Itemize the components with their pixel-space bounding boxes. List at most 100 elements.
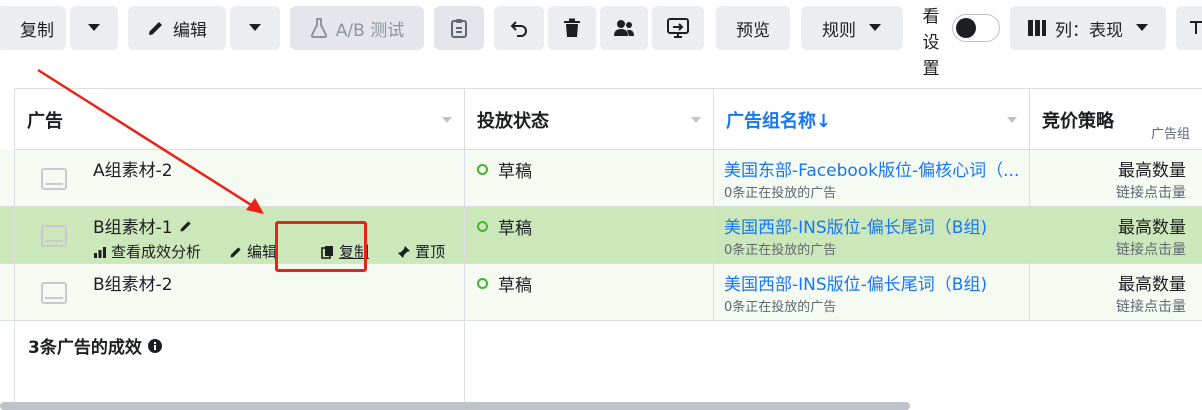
status-badge: 草稿: [477, 214, 532, 239]
header-adset[interactable]: 广告组名称↓: [714, 88, 1030, 150]
bid-cell: 最高数量 链接点击量: [1030, 150, 1202, 207]
ad-name[interactable]: B组素材-1: [93, 213, 173, 238]
caret-down-icon: [868, 23, 882, 33]
horizontal-scrollbar[interactable]: [0, 402, 910, 410]
clipboard-button[interactable]: [434, 6, 484, 50]
adset-cell: 美国西部-INS版位-偏长尾词（B组) 0条正在投放的广告: [714, 207, 1030, 264]
header-ad[interactable]: 广告: [14, 88, 465, 150]
summary-title: 3条广告的成效: [28, 338, 142, 358]
preview-label: 预览: [736, 20, 770, 41]
filter-icon: [1189, 21, 1202, 35]
header-adset-label: 广告组名称↓: [726, 111, 832, 132]
header-status-label: 投放状态: [477, 111, 549, 132]
ad-cell: A组素材-2: [14, 150, 465, 207]
people-icon: [613, 19, 635, 37]
ads-table: 广告 投放状态 广告组名称↓ 竞价策略 广告组 A组素材-2 草稿 美国东部-F…: [0, 88, 1202, 410]
status-cell: 草稿: [465, 264, 714, 321]
trash-icon: [563, 18, 581, 38]
bid-sub: 链接点击量: [1116, 185, 1186, 201]
status-dot-icon: [477, 221, 488, 232]
ad-cell: B组素材-2: [14, 264, 465, 321]
adset-link[interactable]: 美国东部-Facebook版位-偏核心词（...: [724, 156, 1024, 181]
toggle-knob: [956, 18, 976, 38]
edit-dropdown-button[interactable]: [230, 6, 280, 50]
adset-sub: 0条正在投放的广告: [724, 186, 837, 201]
view-settings-label: 看设置: [922, 7, 940, 79]
caret-down-icon: [1135, 23, 1149, 33]
ad-cell: B组素材-1 查看成效分析 编辑 复制 置顶: [14, 207, 465, 264]
view-settings-toggle[interactable]: [952, 14, 1000, 42]
ad-preview-icon: [41, 282, 67, 304]
edit-button[interactable]: 编辑: [128, 6, 226, 50]
sort-caret-icon: [442, 117, 452, 123]
copy-dropdown-button[interactable]: [70, 6, 118, 50]
adset-cell: 美国东部-Facebook版位-偏核心词（... 0条正在投放的广告: [714, 150, 1030, 207]
ab-test-label: A/B 测试: [335, 20, 405, 41]
pencil-icon: [147, 19, 165, 37]
adset-link[interactable]: 美国西部-INS版位-偏长尾词（B组): [724, 213, 1024, 238]
status-text: 草稿: [498, 219, 532, 239]
insights-action[interactable]: 查看成效分析: [93, 241, 215, 262]
summary-row: 3条广告的成效: [0, 321, 1202, 410]
undo-icon: [509, 19, 529, 37]
table-row[interactable]: A组素材-2 草稿 美国东部-Facebook版位-偏核心词（... 0条正在投…: [0, 150, 1202, 207]
bid-sub: 链接点击量: [1116, 242, 1186, 258]
table-row[interactable]: B组素材-2 草稿 美国西部-INS版位-偏长尾词（B组) 0条正在投放的广告 …: [0, 264, 1202, 321]
ad-name[interactable]: A组素材-2: [93, 156, 173, 181]
header-status[interactable]: 投放状态: [465, 88, 714, 150]
adset-cell: 美国西部-INS版位-偏长尾词（B组) 0条正在投放的广告: [714, 264, 1030, 321]
export-button[interactable]: [652, 6, 704, 50]
adset-link[interactable]: 美国西部-INS版位-偏长尾词（B组): [724, 270, 1024, 295]
adset-sub: 0条正在投放的广告: [724, 243, 837, 258]
bid-sub: 链接点击量: [1116, 299, 1186, 315]
ab-test-button[interactable]: A/B 测试: [290, 6, 424, 50]
edit-button-label: 编辑: [173, 20, 207, 41]
caret-down-icon: [248, 23, 262, 33]
annotation-highlight-box: [275, 221, 367, 272]
bid-cell: 最高数量 链接点击量: [1030, 207, 1202, 264]
more-button[interactable]: [1176, 6, 1202, 50]
rules-button[interactable]: 规则: [801, 6, 903, 50]
edit-action-label: 编辑: [247, 243, 278, 261]
copy-button[interactable]: 复制: [0, 6, 66, 50]
summary-title-wrap: 3条广告的成效: [28, 333, 162, 358]
table-row-selected[interactable]: B组素材-1 查看成效分析 编辑 复制 置顶 草稿 美国西部-INS版位-偏长尾…: [0, 207, 1202, 264]
header-ad-label: 广告: [27, 111, 63, 132]
columns-button[interactable]: 列：表现: [1010, 6, 1166, 50]
columns-label: 列：表现: [1055, 20, 1123, 41]
header-bid[interactable]: 竞价策略 广告组: [1030, 88, 1202, 150]
info-icon[interactable]: [147, 338, 162, 353]
pencil-icon: [230, 246, 241, 257]
ad-name[interactable]: B组素材-2: [93, 270, 173, 295]
ad-preview-icon: [41, 168, 67, 190]
undo-button[interactable]: [494, 6, 544, 50]
status-cell: 草稿: [465, 207, 714, 264]
preview-button[interactable]: 预览: [716, 6, 790, 50]
sort-caret-icon: [691, 117, 701, 123]
bid-strategy: 最高数量: [1118, 161, 1186, 181]
copy-button-label: 复制: [20, 20, 54, 41]
pin-action[interactable]: 置顶: [397, 241, 459, 262]
status-dot-icon: [477, 278, 488, 289]
rename-pencil-icon[interactable]: [179, 219, 193, 233]
ad-name-wrap: B组素材-1: [93, 213, 193, 238]
pin-icon: [398, 245, 411, 258]
toolbar: 复制 编辑 A/B 测试 预览 规则 看设置 列：表现: [0, 0, 1202, 88]
clipboard-icon: [450, 18, 468, 38]
bid-strategy: 最高数量: [1118, 218, 1186, 238]
header-bid-sub: 广告组: [1150, 127, 1190, 142]
columns-icon: [1027, 19, 1047, 37]
bar-chart-icon: [94, 246, 106, 258]
caret-down-icon: [87, 23, 101, 33]
ad-preview-icon: [41, 225, 67, 247]
header-bid-label: 竞价策略: [1042, 111, 1114, 132]
status-dot-icon: [477, 164, 488, 175]
flask-icon: [310, 18, 328, 38]
adset-sub: 0条正在投放的广告: [724, 300, 837, 315]
sort-caret-icon: [1007, 117, 1017, 123]
status-badge: 草稿: [477, 271, 532, 296]
status-cell: 草稿: [465, 150, 714, 207]
audience-button[interactable]: [600, 6, 648, 50]
delete-button[interactable]: [548, 6, 596, 50]
export-icon: [667, 18, 689, 38]
